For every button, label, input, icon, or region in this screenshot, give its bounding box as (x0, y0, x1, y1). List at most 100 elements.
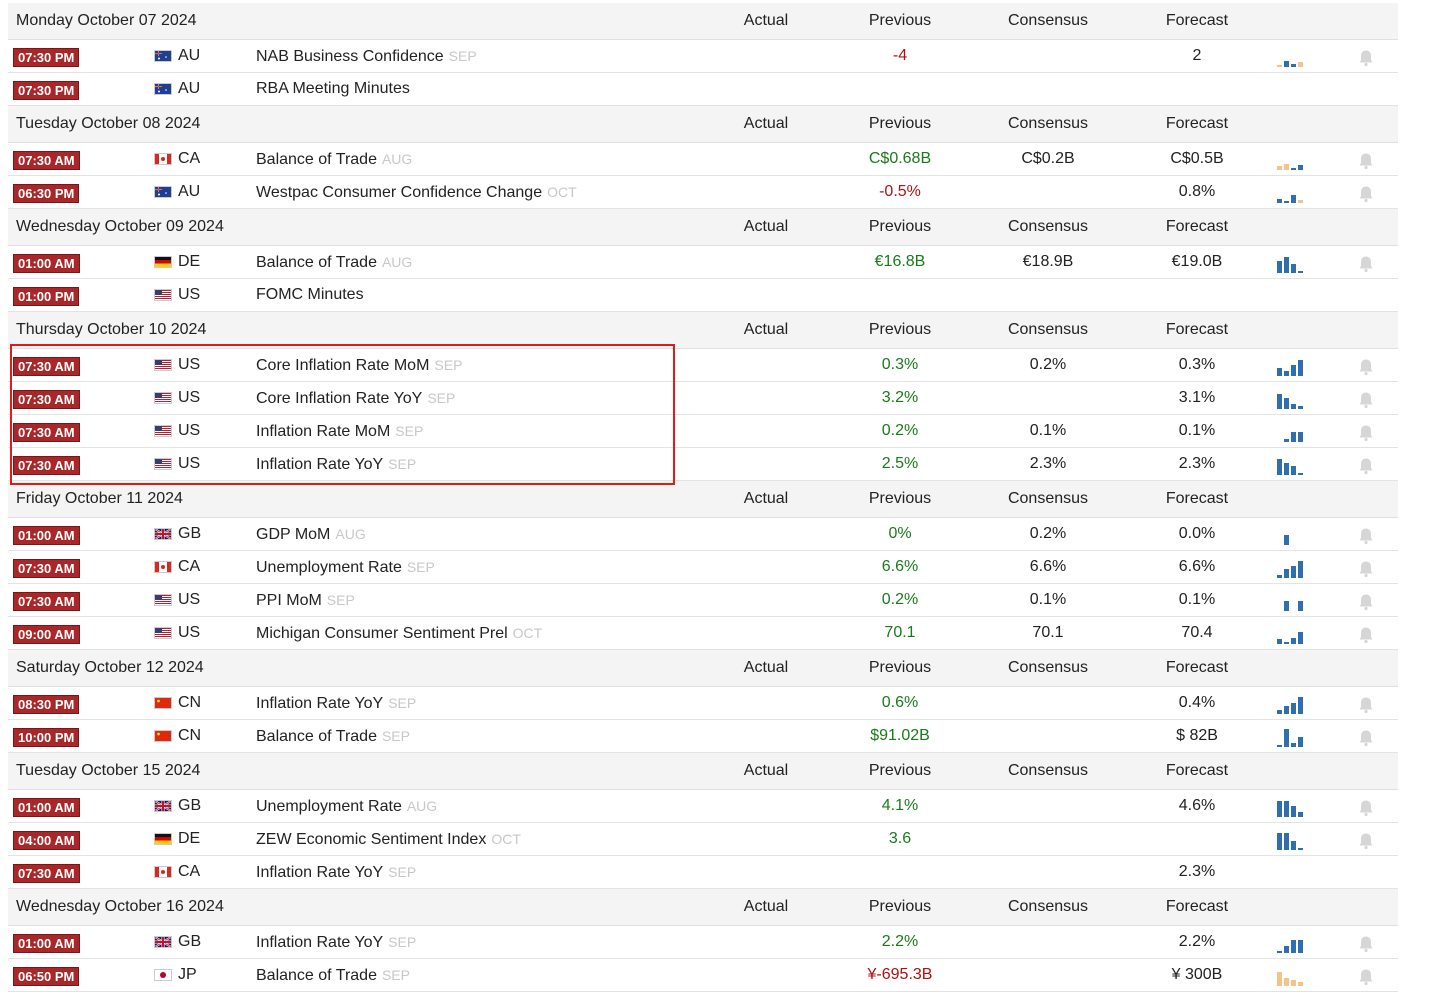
sparkline-chart[interactable] (1276, 47, 1306, 67)
bell-alert-icon[interactable] (1358, 591, 1374, 611)
event-name-cell[interactable]: Balance of Trade AUG (256, 143, 412, 176)
event-row[interactable]: 07:30 AM US Inflation Rate YoY SEP 2.5% 2.3% 2… (8, 448, 1398, 481)
bell-alert-icon[interactable] (1358, 150, 1374, 170)
event-row[interactable]: 07:30 AM CA Inflation Rate YoY SEP 2.3% (8, 856, 1398, 889)
event-name-link[interactable]: Inflation Rate YoY (256, 695, 383, 712)
bell-alert-icon[interactable] (1358, 830, 1374, 850)
sparkline-chart[interactable] (1276, 966, 1306, 986)
event-name-cell[interactable]: ZEW Economic Sentiment Index OCT (256, 823, 521, 856)
sparkline-chart[interactable] (1276, 455, 1306, 475)
sparkline-chart[interactable] (1276, 933, 1306, 953)
event-row[interactable]: 08:30 PM CN Inflation Rate YoY SEP 0.6% 0.4% (8, 687, 1398, 720)
event-row[interactable]: 01:00 PM US FOMC Minutes (8, 279, 1398, 312)
event-name-cell[interactable]: Inflation Rate YoY SEP (256, 856, 416, 889)
sparkline-chart[interactable] (1276, 558, 1306, 578)
bell-alert-icon[interactable] (1358, 727, 1374, 747)
event-name-link[interactable]: ZEW Economic Sentiment Index (256, 831, 486, 848)
event-row[interactable]: 09:00 AM US Michigan Consumer Sentiment Pr… (8, 617, 1398, 650)
event-name-link[interactable]: Balance of Trade (256, 967, 377, 984)
sparkline-chart[interactable] (1276, 183, 1306, 203)
bell-alert-icon[interactable] (1358, 558, 1374, 578)
event-row[interactable]: 07:30 AM CA Balance of Trade AUG C$0.68B C$0.… (8, 143, 1398, 176)
bell-alert-icon[interactable] (1358, 253, 1374, 273)
event-row[interactable]: 07:30 AM CA Unemployment Rate SEP 6.6% 6.6% 6.… (8, 551, 1398, 584)
event-row[interactable]: 07:30 PM AU NAB Business Confidence SEP -4 2 (8, 40, 1398, 73)
event-name-cell[interactable]: Core Inflation Rate YoY SEP (256, 382, 455, 415)
event-name-cell[interactable]: GDP MoM AUG (256, 518, 366, 551)
bell-alert-icon[interactable] (1358, 47, 1374, 67)
event-name-link[interactable]: Westpac Consumer Confidence Change (256, 184, 542, 201)
bell-alert-icon[interactable] (1358, 525, 1374, 545)
event-name-cell[interactable]: Balance of Trade SEP (256, 720, 410, 753)
event-name-link[interactable]: Inflation Rate YoY (256, 456, 383, 473)
sparkline-chart[interactable] (1276, 150, 1306, 170)
event-name-cell[interactable]: Unemployment Rate AUG (256, 790, 437, 823)
event-name-cell[interactable]: PPI MoM SEP (256, 584, 355, 617)
event-row[interactable]: 07:30 AM US Core Inflation Rate MoM SEP 0.3%… (8, 349, 1398, 382)
sparkline-chart[interactable] (1276, 624, 1306, 644)
event-row[interactable]: 07:30 AM US Core Inflation Rate YoY SEP 3.2%… (8, 382, 1398, 415)
event-row[interactable]: 07:30 AM US Inflation Rate MoM SEP 0.2% 0.1% 0… (8, 415, 1398, 448)
event-row[interactable]: 10:00 PM CN Balance of Trade SEP $91.02B $ 82… (8, 720, 1398, 753)
bell-alert-icon[interactable] (1358, 624, 1374, 644)
event-name-cell[interactable]: FOMC Minutes (256, 279, 364, 311)
event-name-link[interactable]: PPI MoM (256, 592, 322, 609)
event-name-cell[interactable]: RBA Meeting Minutes (256, 73, 410, 105)
sparkline-chart[interactable] (1276, 356, 1306, 376)
event-row[interactable]: 07:30 AM US PPI MoM SEP 0.2% 0.1% 0.1% (8, 584, 1398, 617)
bell-alert-icon[interactable] (1358, 933, 1374, 953)
sparkline-chart[interactable] (1276, 253, 1306, 273)
event-name-link[interactable]: Inflation Rate YoY (256, 934, 383, 951)
event-name-link[interactable]: NAB Business Confidence (256, 48, 444, 65)
event-name-link[interactable]: Balance of Trade (256, 151, 377, 168)
event-row[interactable]: 07:30 PM AU RBA Meeting Minutes (8, 73, 1398, 106)
event-row[interactable]: 01:00 AM GB Inflation Rate YoY SEP 2.2% 2.2% (8, 926, 1398, 959)
event-row[interactable]: 06:50 PM JP Balance of Trade SEP ¥-695.3B ¥ 3… (8, 959, 1398, 992)
event-row[interactable]: 06:30 PM AU Westpac Consumer Confidence Ch… (8, 176, 1398, 209)
sparkline-chart[interactable] (1276, 591, 1306, 611)
sparkline-chart[interactable] (1276, 727, 1306, 747)
bell-alert-icon[interactable] (1358, 356, 1374, 376)
event-name-cell[interactable]: Westpac Consumer Confidence Change OCT (256, 176, 577, 209)
event-name-cell[interactable]: Inflation Rate YoY SEP (256, 687, 416, 720)
event-name-link[interactable]: Core Inflation Rate MoM (256, 357, 429, 374)
event-name-link[interactable]: Balance of Trade (256, 728, 377, 745)
event-name-cell[interactable]: Inflation Rate YoY SEP (256, 926, 416, 959)
event-name-link[interactable]: GDP MoM (256, 526, 330, 543)
event-name-link[interactable]: Michigan Consumer Sentiment Prel (256, 625, 508, 642)
event-name-link[interactable]: Balance of Trade (256, 254, 377, 271)
event-name-cell[interactable]: Inflation Rate MoM SEP (256, 415, 423, 448)
bell-alert-icon[interactable] (1358, 422, 1374, 442)
event-row[interactable]: 01:00 AM GB Unemployment Rate AUG 4.1% 4.6% (8, 790, 1398, 823)
sparkline-chart[interactable] (1276, 694, 1306, 714)
bell-alert-icon[interactable] (1358, 694, 1374, 714)
event-name-link[interactable]: RBA Meeting Minutes (256, 80, 410, 97)
event-name-link[interactable]: FOMC Minutes (256, 286, 364, 303)
event-name-link[interactable]: Inflation Rate YoY (256, 864, 383, 881)
sparkline-chart[interactable] (1276, 830, 1306, 850)
event-row[interactable]: 01:00 AM DE Balance of Trade AUG €16.8B €18.9… (8, 246, 1398, 279)
sparkline-chart[interactable] (1276, 422, 1306, 442)
bell-alert-icon[interactable] (1358, 389, 1374, 409)
bell-alert-icon[interactable] (1358, 797, 1374, 817)
event-row[interactable]: 04:00 AM DE ZEW Economic Sentiment Index OC… (8, 823, 1398, 856)
spark-bar (1291, 404, 1296, 409)
event-name-cell[interactable]: Unemployment Rate SEP (256, 551, 435, 584)
sparkline-chart[interactable] (1276, 525, 1306, 545)
event-name-link[interactable]: Unemployment Rate (256, 798, 402, 815)
bell-alert-icon[interactable] (1358, 183, 1374, 203)
sparkline-chart[interactable] (1276, 389, 1306, 409)
event-name-cell[interactable]: Michigan Consumer Sentiment Prel OCT (256, 617, 542, 650)
bell-alert-icon[interactable] (1358, 966, 1374, 986)
bell-alert-icon[interactable] (1358, 455, 1374, 475)
event-name-cell[interactable]: Core Inflation Rate MoM SEP (256, 349, 462, 382)
sparkline-chart[interactable] (1276, 797, 1306, 817)
event-name-link[interactable]: Core Inflation Rate YoY (256, 390, 422, 407)
event-name-cell[interactable]: Inflation Rate YoY SEP (256, 448, 416, 481)
event-row[interactable]: 01:00 AM GB GDP MoM AUG 0% 0.2% 0.0% (8, 518, 1398, 551)
event-name-cell[interactable]: NAB Business Confidence SEP (256, 40, 477, 73)
event-name-link[interactable]: Inflation Rate MoM (256, 423, 390, 440)
event-name-link[interactable]: Unemployment Rate (256, 559, 402, 576)
event-name-cell[interactable]: Balance of Trade AUG (256, 246, 412, 279)
event-name-cell[interactable]: Balance of Trade SEP (256, 959, 410, 992)
